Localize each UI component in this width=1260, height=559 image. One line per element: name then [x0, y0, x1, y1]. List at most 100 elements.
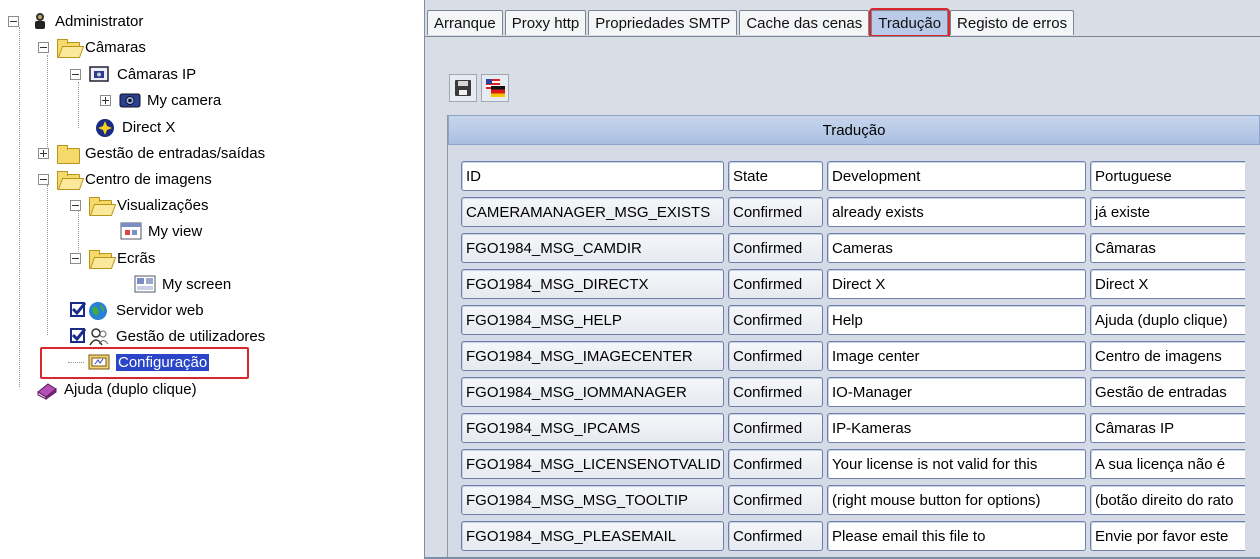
cell-development[interactable]: Your license is not valid for this [827, 449, 1086, 479]
cell-state[interactable]: Confirmed [728, 305, 823, 335]
cell-development[interactable]: IP-Kameras [827, 413, 1086, 443]
tree-item-views[interactable]: Visualizações [70, 193, 208, 217]
tree-item-user-management[interactable]: Gestão de utilizadores [70, 324, 265, 348]
cell-state[interactable]: Confirmed [728, 377, 823, 407]
tree-guide [47, 185, 48, 335]
expand-toggle[interactable] [100, 94, 111, 106]
tree-label: Centro de imagens [85, 170, 212, 188]
cell-portuguese[interactable]: Câmaras IP [1090, 413, 1245, 443]
cell-development[interactable]: Cameras [827, 233, 1086, 263]
collapse-toggle[interactable] [8, 15, 19, 27]
column-header-portuguese[interactable]: Portuguese [1090, 161, 1245, 191]
table-row: FGO1984_MSG_LICENSENOTVALID Confirmed Yo… [461, 449, 1245, 481]
table-row: FGO1984_MSG_IOMMANAGER Confirmed IO-Mana… [461, 377, 1245, 409]
collapse-toggle[interactable] [70, 252, 81, 264]
cell-portuguese[interactable]: Centro de imagens [1090, 341, 1245, 371]
tab-smtp-properties[interactable]: Propriedades SMTP [588, 10, 738, 35]
folder-open-icon [89, 249, 112, 269]
cell-id[interactable]: FGO1984_MSG_IOMMANAGER [461, 377, 724, 407]
cell-development[interactable]: IO-Manager [827, 377, 1086, 407]
tab-startup[interactable]: Arranque [427, 10, 503, 35]
tree-label: Visualizações [117, 196, 209, 214]
cell-state[interactable]: Confirmed [728, 449, 823, 479]
cell-state[interactable]: Confirmed [728, 485, 823, 515]
tree-item-directx[interactable]: Direct X [94, 115, 175, 139]
tree-item-ip-cameras[interactable]: Câmaras IP [70, 62, 196, 86]
language-button[interactable] [481, 74, 509, 102]
tab-proxy-http[interactable]: Proxy http [504, 10, 587, 35]
tree-item-help[interactable]: Ajuda (duplo clique) [36, 377, 197, 401]
cell-state[interactable]: Confirmed [728, 521, 823, 551]
table-row: FGO1984_MSG_CAMDIR Confirmed Cameras Câm… [461, 233, 1245, 265]
cell-portuguese[interactable]: já existe [1090, 197, 1245, 227]
tab-translation[interactable]: Tradução [869, 8, 951, 37]
view-grid-icon [120, 222, 142, 240]
cell-id[interactable]: FGO1984_MSG_LICENSENOTVALID [461, 449, 724, 479]
tree-item-web-server[interactable]: Servidor web [70, 298, 204, 322]
table-row: FGO1984_MSG_IMAGECENTER Confirmed Image … [461, 341, 1245, 373]
cell-portuguese[interactable]: (botão direito do rato [1090, 485, 1245, 515]
expand-toggle[interactable] [38, 147, 49, 159]
cell-id[interactable]: FGO1984_MSG_IPCAMS [461, 413, 724, 443]
tree-item-image-center[interactable]: Centro de imagens [38, 167, 212, 191]
tab-error-log[interactable]: Registo de erros [950, 10, 1075, 35]
cell-development[interactable]: (right mouse button for options) [827, 485, 1086, 515]
cell-id[interactable]: FGO1984_MSG_CAMDIR [461, 233, 724, 263]
cell-id[interactable]: FGO1984_MSG_IMAGECENTER [461, 341, 724, 371]
users-icon [88, 327, 110, 346]
tree-item-my-view[interactable]: My view [120, 219, 202, 243]
cell-portuguese[interactable]: Ajuda (duplo clique) [1090, 305, 1245, 335]
cell-portuguese[interactable]: Gestão de entradas [1090, 377, 1245, 407]
cell-development[interactable]: already exists [827, 197, 1086, 227]
help-book-icon [36, 380, 58, 400]
collapse-toggle[interactable] [38, 41, 49, 53]
cell-development[interactable]: Direct X [827, 269, 1086, 299]
tree-item-screens[interactable]: Ecrãs [70, 246, 155, 270]
column-header-development[interactable]: Development [827, 161, 1086, 191]
tree-label: Administrator [55, 12, 144, 30]
tree-item-administrator[interactable]: Administrator [8, 9, 143, 33]
globe-icon [88, 301, 110, 320]
folder-icon [57, 144, 80, 164]
checkbox-checked-icon[interactable] [70, 327, 87, 345]
tree-label: Servidor web [116, 301, 204, 319]
tab-scene-cache[interactable]: Cache das cenas [739, 10, 870, 35]
cell-id[interactable]: CAMERAMANAGER_MSG_EXISTS [461, 197, 724, 227]
tree-label: Ecrãs [117, 249, 156, 267]
tree-item-cameras[interactable]: Câmaras [38, 35, 146, 59]
cell-portuguese[interactable]: Câmaras [1090, 233, 1245, 263]
cell-id[interactable]: FGO1984_MSG_DIRECTX [461, 269, 724, 299]
table-row: FGO1984_MSG_PLEASEMAIL Confirmed Please … [461, 521, 1245, 553]
cell-state[interactable]: Confirmed [728, 197, 823, 227]
cell-state[interactable]: Confirmed [728, 233, 823, 263]
save-button[interactable] [449, 74, 477, 102]
checkbox-checked-icon[interactable] [70, 301, 87, 319]
cell-portuguese[interactable]: Envie por favor este [1090, 521, 1245, 551]
cell-development[interactable]: Please email this file to [827, 521, 1086, 551]
tree-item-my-camera[interactable]: My camera [100, 88, 221, 112]
cell-id[interactable]: FGO1984_MSG_PLEASEMAIL [461, 521, 724, 551]
cell-development[interactable]: Help [827, 305, 1086, 335]
collapse-toggle[interactable] [70, 68, 81, 80]
cell-state[interactable]: Confirmed [728, 341, 823, 371]
tree-guide [19, 27, 20, 387]
cell-development[interactable]: Image center [827, 341, 1086, 371]
cell-id[interactable]: FGO1984_MSG_MSG_TOOLTIP [461, 485, 724, 515]
german-flag-icon [491, 86, 505, 97]
cell-id[interactable]: FGO1984_MSG_HELP [461, 305, 724, 335]
tree-label: My camera [147, 91, 222, 109]
collapse-toggle[interactable] [70, 199, 81, 211]
directx-icon [94, 118, 116, 137]
cell-state[interactable]: Confirmed [728, 269, 823, 299]
tree-item-my-screen[interactable]: My screen [134, 272, 231, 296]
tree-label: My screen [162, 275, 232, 293]
tree-view[interactable]: Administrator Câmaras Câmaras IP My came… [0, 0, 420, 559]
tab-divider [425, 36, 1260, 37]
column-header-state[interactable]: State [728, 161, 823, 191]
cell-portuguese[interactable]: A sua licença não é [1090, 449, 1245, 479]
cell-state[interactable]: Confirmed [728, 413, 823, 443]
tree-item-io-management[interactable]: Gestão de entradas/saídas [38, 141, 265, 165]
collapse-toggle[interactable] [38, 173, 49, 185]
cell-portuguese[interactable]: Direct X [1090, 269, 1245, 299]
column-header-id[interactable]: ID [461, 161, 724, 191]
